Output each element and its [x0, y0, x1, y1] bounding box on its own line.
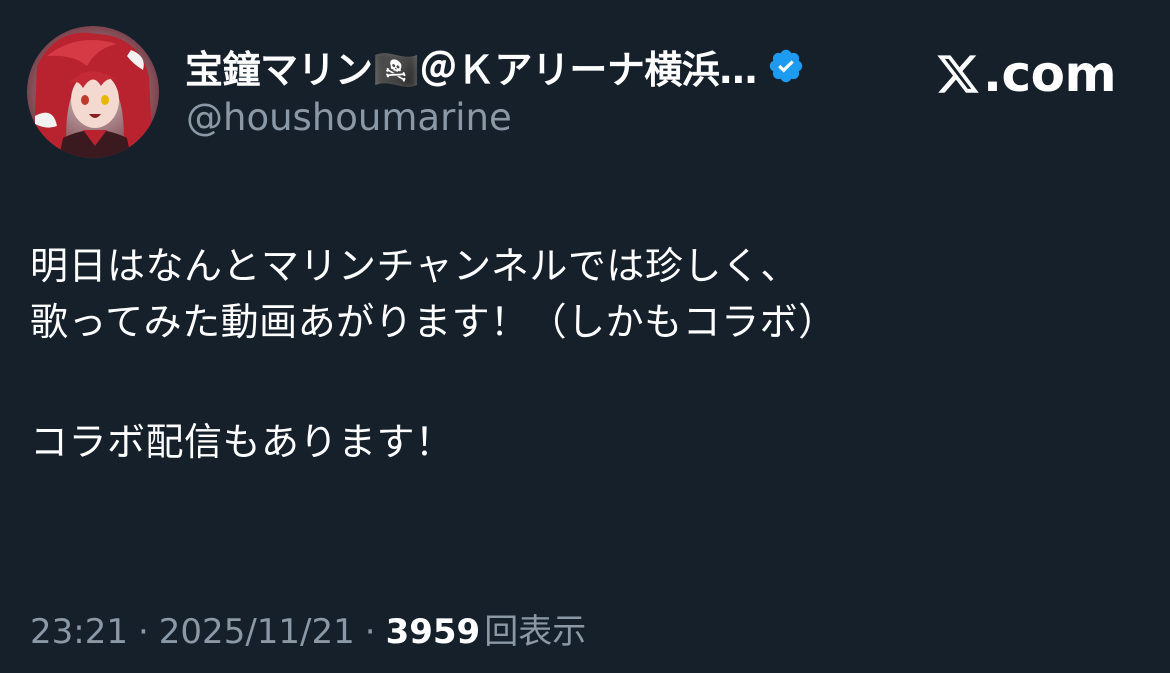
- brand-label: .com: [983, 45, 1117, 103]
- author-name-row[interactable]: 宝鐘マリン🏴‍☠️＠Ｋアリーナ横浜…: [185, 38, 805, 94]
- meta-separator: ·: [137, 612, 149, 652]
- avatar-image: [27, 26, 159, 158]
- tweet-date[interactable]: 2025/11/21: [159, 612, 355, 652]
- tweet-line: 明日はなんとマリンチャンネルでは珍しく、: [30, 244, 799, 288]
- views-count[interactable]: 3959: [386, 612, 481, 652]
- verified-badge-icon: [767, 47, 805, 85]
- tweet-text: 明日はなんとマリンチャンネルでは珍しく、 歌ってみた動画あがります！（しかもコラ…: [30, 238, 1140, 470]
- tweet-line: 歌ってみた動画あがります！（しかもコラボ）: [30, 300, 837, 344]
- tweet-time[interactable]: 23:21: [30, 612, 128, 652]
- x-logo-icon: [935, 51, 981, 97]
- author-handle[interactable]: @houshoumarine: [186, 96, 512, 139]
- views-label[interactable]: 回表示: [484, 604, 586, 653]
- tweet-line: コラボ配信もあります！: [30, 420, 454, 464]
- meta-separator: ·: [364, 612, 376, 652]
- avatar[interactable]: [27, 26, 159, 158]
- author-display-name[interactable]: 宝鐘マリン🏴‍☠️＠Ｋアリーナ横浜…: [185, 39, 757, 94]
- brand-logo: .com: [935, 44, 1117, 104]
- tweet-meta: 23:21 · 2025/11/21 · 3959 回表示: [30, 604, 586, 653]
